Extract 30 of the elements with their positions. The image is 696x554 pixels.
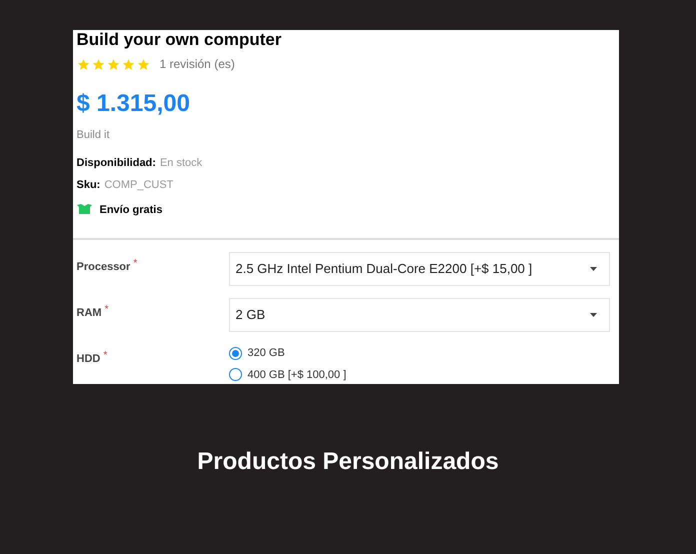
- availability-label: Disponibilidad:: [76, 156, 156, 170]
- short-description: Build it: [76, 128, 111, 143]
- attribute-label: Processor: [76, 260, 130, 275]
- star-icon: [136, 58, 150, 70]
- radio-label: 320 GB: [248, 346, 285, 361]
- required-mark: *: [103, 351, 108, 361]
- required-mark: *: [133, 259, 138, 269]
- sku-label: Sku:: [76, 178, 100, 193]
- caret-icon: [590, 267, 596, 271]
- product-price: $ 1.315,00: [76, 89, 191, 119]
- star-icon: [92, 58, 104, 70]
- star-icon: [122, 58, 134, 70]
- caption: Productos Personalizados: [197, 447, 499, 477]
- required-mark: *: [104, 305, 108, 315]
- caret-icon: [590, 313, 596, 317]
- star-icon: [106, 58, 120, 70]
- review-count[interactable]: 1 revisión (es): [160, 55, 235, 73]
- product-title: Build your own computer: [76, 30, 282, 50]
- star-icon: [76, 58, 90, 70]
- select-field[interactable]: 2 GB: [228, 298, 610, 332]
- attribute-label: HDD: [76, 352, 100, 367]
- radio-button[interactable]: [228, 346, 242, 360]
- attribute-label: RAM: [76, 306, 102, 321]
- availability-value: En stock: [160, 156, 202, 170]
- radio-button[interactable]: [228, 368, 242, 382]
- sku-value: COMP_CUST: [104, 178, 174, 193]
- radio-label: 400 GB [+$ 100,00 ]: [248, 368, 346, 382]
- box-icon: [76, 204, 92, 216]
- select-field[interactable]: 2.5 GHz Intel Pentium Dual-Core E2200 [+$ 15,00 ]: [228, 252, 610, 286]
- shipping-text: Envío gratis: [100, 202, 162, 218]
